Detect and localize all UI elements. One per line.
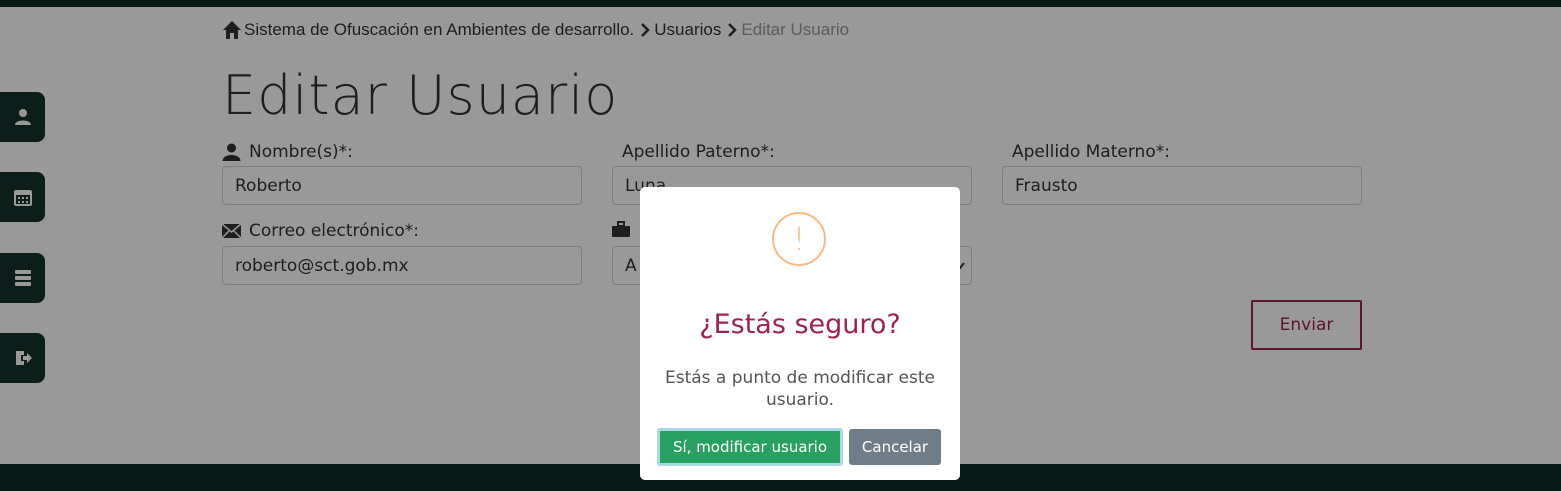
warning-icon: ! — [772, 212, 826, 266]
cancel-button[interactable]: Cancelar — [849, 429, 941, 465]
dialog-title: ¿Estás seguro? — [699, 309, 901, 340]
dialog-text: Estás a punto de modificar este usuario. — [664, 368, 935, 410]
confirm-dialog: ! ¿Estás seguro? Estás a punto de modifi… — [640, 187, 960, 480]
confirm-button[interactable]: Sí, modificar usuario — [657, 428, 843, 466]
